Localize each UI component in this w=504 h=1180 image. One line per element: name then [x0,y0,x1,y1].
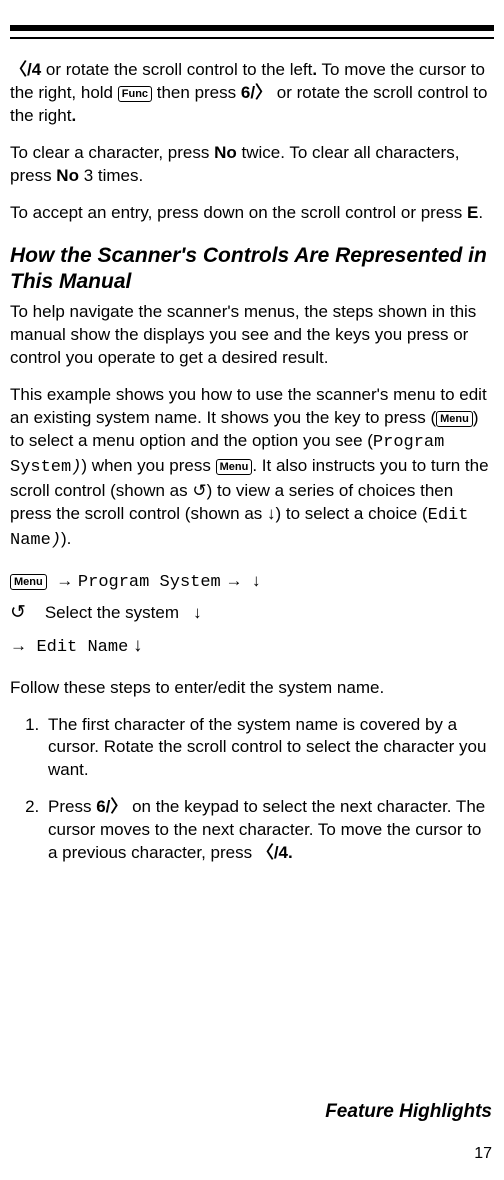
text: This example shows you how to use the sc… [10,385,487,427]
paragraph-follow: Follow these steps to enter/edit the sys… [10,677,494,700]
text: Select the system [45,603,179,622]
text: . [478,203,483,222]
left-chevron-icon: 〈 [10,60,27,79]
footer-title: Feature Highlights [325,1099,492,1125]
right-arrow-icon: → [225,571,242,590]
down-arrow-icon: ↓ [267,504,276,523]
text: ) when you press [81,456,215,475]
paragraph-example-desc: This example shows you how to use the sc… [10,384,494,553]
text: To accept an entry, press down on the sc… [10,203,467,222]
paragraph-intro: To help navigate the scanner's menus, th… [10,301,494,370]
text: No [214,143,237,162]
text: 6/ [241,83,255,102]
menu-key-icon: Menu [216,459,253,475]
text: E [467,203,478,222]
paragraph-cursor-move: 〈/4 or rotate the scroll control to the … [10,59,494,128]
steps-list: The first character of the system name i… [10,714,494,866]
down-arrow-icon: ↓ [252,571,261,590]
text: To clear a character, press [10,143,214,162]
text: 3 times. [79,166,143,185]
text: /4. [274,843,293,862]
paragraph-accept: To accept an entry, press down on the sc… [10,202,494,225]
menu-key-icon: Menu [10,574,47,590]
text: No [56,166,79,185]
right-chevron-icon: 〉 [255,83,272,102]
func-key-icon: Func [118,86,152,102]
text: /4 [27,60,41,79]
paragraph-clear: To clear a character, press No twice. To… [10,142,494,188]
right-chevron-icon: 〉 [110,797,127,816]
right-arrow-icon: → [56,571,73,590]
menu-key-icon: Menu [436,411,473,427]
list-item: Press 6/〉 on the keypad to select the ne… [44,796,494,865]
text: then press [152,83,241,102]
rule-thick [10,25,494,31]
rule-thin [10,37,494,39]
code-text: Edit Name [36,638,128,657]
section-heading: How the Scanner's Controls Are Represent… [10,243,494,296]
rotate-icon: ↺ [192,481,206,500]
left-chevron-icon: 〈 [257,843,274,862]
list-item: The first character of the system name i… [44,714,494,783]
text: ) to select a choice ( [276,504,428,523]
page-number: 17 [474,1143,492,1165]
rotate-icon: ↺ [10,602,26,623]
text: 6/ [96,797,110,816]
right-arrow-icon: → [10,636,27,655]
text: . [71,106,76,125]
down-arrow-icon: ↓ [193,603,202,622]
code-text: Program System [78,573,221,592]
down-arrow-icon: ↓ [133,635,143,656]
text: ). [61,529,71,548]
text: Press [48,797,96,816]
text: or rotate the scroll control to the left [41,60,312,79]
example-sequence: Menu → Program System → ↓ ↺ Select the s… [10,567,494,663]
